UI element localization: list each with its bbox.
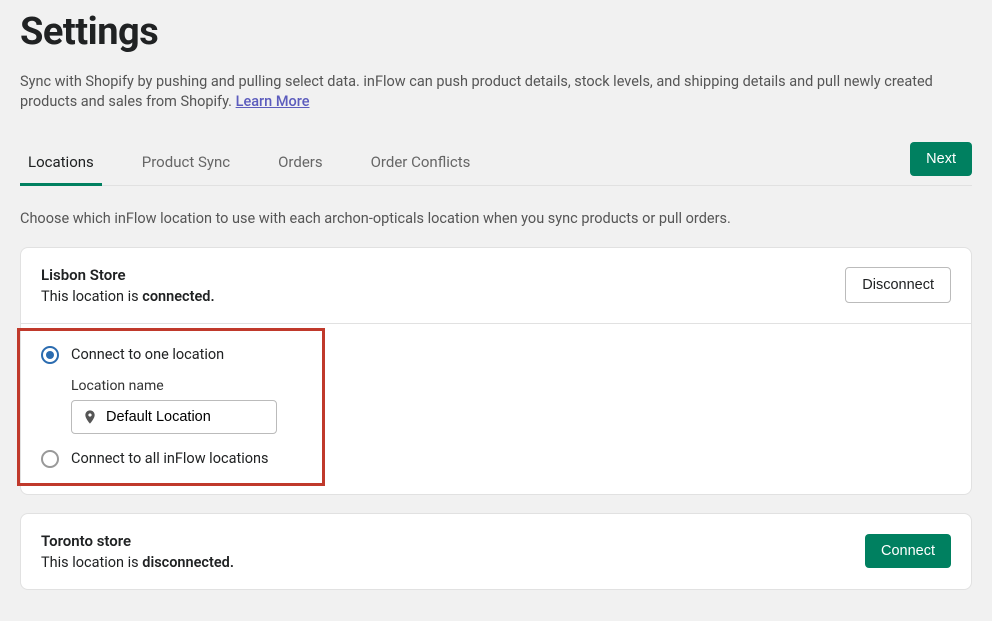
- store-status: This location is connected.: [41, 288, 215, 305]
- learn-more-link[interactable]: Learn More: [236, 93, 310, 110]
- tab-order-conflicts[interactable]: Order Conflicts: [363, 141, 479, 185]
- next-button[interactable]: Next: [910, 142, 972, 176]
- radio-selected-icon: [41, 346, 59, 364]
- tab-product-sync[interactable]: Product Sync: [134, 141, 238, 185]
- store-status: This location is disconnected.: [41, 554, 234, 571]
- status-word: disconnected.: [142, 554, 234, 571]
- tab-orders[interactable]: Orders: [270, 141, 331, 185]
- location-name-input[interactable]: [106, 409, 266, 425]
- location-input-wrap[interactable]: [71, 400, 277, 434]
- status-word: connected.: [142, 288, 214, 305]
- store-card-toronto: Toronto store This location is disconnec…: [20, 513, 972, 590]
- radio-label-one: Connect to one location: [71, 346, 224, 363]
- store-name: Toronto store: [41, 532, 234, 550]
- location-name-label: Location name: [71, 378, 951, 394]
- location-pin-icon: [82, 409, 98, 425]
- status-prefix: This location is: [41, 288, 142, 305]
- store-name: Lisbon Store: [41, 266, 215, 284]
- connect-button[interactable]: Connect: [865, 534, 951, 568]
- tabs-list: Locations Product Sync Orders Order Conf…: [20, 141, 478, 185]
- page-description: Sync with Shopify by pushing and pulling…: [20, 72, 972, 141]
- locations-subheading: Choose which inFlow location to use with…: [20, 186, 972, 247]
- location-input-block: Location name: [71, 378, 951, 434]
- tab-locations[interactable]: Locations: [20, 141, 102, 185]
- radio-option-one-location[interactable]: Connect to one location: [41, 346, 951, 364]
- store-card-lisbon: Lisbon Store This location is connected.…: [20, 247, 972, 495]
- status-prefix: This location is: [41, 554, 142, 571]
- description-text: Sync with Shopify by pushing and pulling…: [20, 73, 933, 110]
- store-card-header: Lisbon Store This location is connected.…: [21, 248, 971, 323]
- radio-option-all-locations[interactable]: Connect to all inFlow locations: [41, 450, 951, 468]
- store-card-header: Toronto store This location is disconnec…: [21, 514, 971, 589]
- disconnect-button[interactable]: Disconnect: [845, 267, 951, 303]
- store-config-section: Connect to one location Location name Co…: [21, 323, 971, 494]
- radio-unselected-icon: [41, 450, 59, 468]
- tabs-row: Locations Product Sync Orders Order Conf…: [20, 141, 972, 186]
- page-title: Settings: [20, 0, 972, 72]
- radio-label-all: Connect to all inFlow locations: [71, 450, 269, 467]
